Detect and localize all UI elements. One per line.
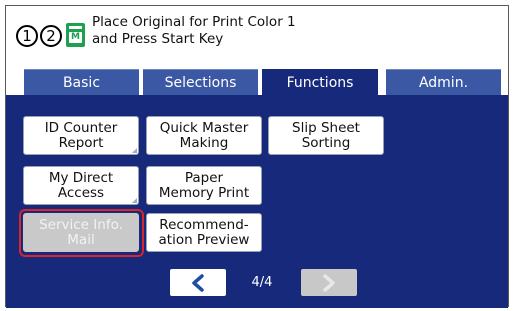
recommendation-preview-button[interactable]: Recommend- ation Preview bbox=[146, 213, 262, 252]
chevron-right-icon bbox=[323, 273, 335, 292]
button-label: Paper Memory Print bbox=[158, 169, 250, 201]
id-counter-report-button[interactable]: ID Counter Report bbox=[23, 116, 139, 155]
quick-master-making-button[interactable]: Quick Master Making bbox=[146, 116, 262, 155]
tab-bar: Basic Selections Functions Admin. bbox=[6, 69, 508, 99]
submenu-corner-icon bbox=[132, 148, 137, 153]
tab-selections[interactable]: Selections bbox=[143, 69, 258, 96]
status-header: 1 2 M Place Original for Print Color 1 a… bbox=[6, 6, 508, 67]
button-label: Quick Master Making bbox=[159, 119, 249, 151]
print-panel-screen: 1 2 M Place Original for Print Color 1 a… bbox=[0, 0, 516, 311]
master-making-icon: M bbox=[66, 23, 85, 47]
circled-number-two-icon: 2 bbox=[40, 25, 62, 47]
tab-admin[interactable]: Admin. bbox=[386, 69, 501, 96]
tab-basic[interactable]: Basic bbox=[24, 69, 139, 96]
page-indicator: 4/4 bbox=[251, 275, 273, 290]
previous-page-button[interactable] bbox=[170, 269, 226, 296]
selection-highlight bbox=[19, 209, 144, 257]
slip-sheet-sorting-button[interactable]: Slip Sheet Sorting bbox=[268, 116, 384, 155]
button-label: Slip Sheet Sorting bbox=[292, 119, 360, 151]
functions-panel: ID Counter Report Quick Master Making Sl… bbox=[6, 95, 508, 308]
paper-memory-print-button[interactable]: Paper Memory Print bbox=[146, 166, 262, 205]
submenu-corner-icon bbox=[132, 198, 137, 203]
button-label: ID Counter Report bbox=[44, 119, 118, 151]
button-label: Recommend- ation Preview bbox=[158, 216, 250, 248]
button-label: My Direct Access bbox=[48, 169, 114, 201]
status-message: Place Original for Print Color 1 and Pre… bbox=[92, 14, 296, 47]
chevron-left-icon bbox=[192, 273, 204, 292]
icon-bar bbox=[69, 26, 82, 29]
next-page-button[interactable] bbox=[301, 269, 357, 296]
control-panel: 1 2 M Place Original for Print Color 1 a… bbox=[5, 5, 509, 308]
my-direct-access-button[interactable]: My Direct Access bbox=[23, 166, 139, 205]
icon-letter: M bbox=[69, 32, 82, 43]
circled-number-one-icon: 1 bbox=[16, 25, 38, 47]
